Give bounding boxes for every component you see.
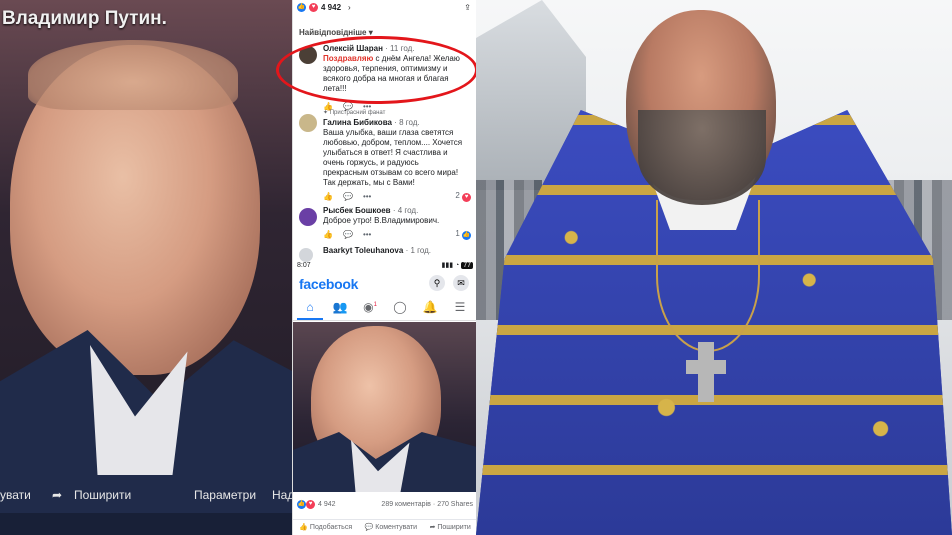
like-icon[interactable]: 👍 <box>323 230 333 240</box>
battery-level: 77 <box>461 262 473 269</box>
more-icon[interactable]: ••• <box>363 192 371 202</box>
facebook-header: facebook ⚲ ✉ <box>293 272 477 294</box>
share-icon[interactable]: ⇪ <box>464 3 471 12</box>
comments-count[interactable]: 289 коментарів <box>381 501 430 508</box>
priest-beard <box>638 110 766 205</box>
profile-icon[interactable]: ◯ <box>391 300 409 314</box>
avatar[interactable] <box>299 114 317 132</box>
reaction-count: 1 👍 <box>455 229 471 240</box>
comment-author[interactable]: Baarkyt Toleuhanova <box>323 246 403 255</box>
comment-time: · 8 год. <box>394 118 420 127</box>
params-action[interactable]: Параметри <box>194 488 256 502</box>
like-reaction-icon: 👍 <box>462 231 471 240</box>
love-reaction-icon: ♥ <box>309 2 318 12</box>
status-icons: ▮▮▮ ◔ 77 <box>441 262 473 269</box>
comment-icon[interactable]: 💬 <box>343 230 353 240</box>
share-button[interactable]: ➦ Поширити <box>430 523 471 531</box>
love-reaction-icon: ♥ <box>462 193 471 202</box>
comment-action[interactable]: увати <box>0 488 31 502</box>
home-icon[interactable]: ⌂ <box>301 300 319 314</box>
clock: 8:07 <box>297 261 311 269</box>
photo-caption: Владимир Путин. <box>2 8 167 29</box>
comment-author[interactable]: Галина Бибикова <box>323 118 392 127</box>
post-actions: 👍 Подобається 💬 Коментувати ➦ Поширити <box>293 519 477 534</box>
comment-author[interactable]: Рысбек Бошкоев <box>323 206 391 215</box>
love-reaction-icon: ♥ <box>306 499 315 509</box>
fan-badge: ✦ Пристрасний фанат <box>323 110 386 116</box>
like-icon[interactable]: 👍 <box>323 192 333 202</box>
left-photo-panel: Владимир Путин. увати ➦ Поширити Парамет… <box>0 0 292 535</box>
like-reaction-icon: 👍 <box>297 499 306 509</box>
portrait-hair <box>28 40 238 110</box>
active-tab-indicator <box>297 318 323 320</box>
share-action[interactable]: Поширити <box>74 488 131 502</box>
comment-item: Baarkyt Toleuhanova · 1 год. <box>299 246 471 262</box>
shares-count[interactable]: 270 Shares <box>437 501 473 508</box>
comment-text: Ваша улыбка, ваши глаза светятся любовью… <box>323 128 463 187</box>
next-action[interactable]: Над <box>272 488 292 502</box>
reactions-summary: 👍 ♥ 4 942 › ⇪ <box>293 0 477 14</box>
more-icon[interactable]: ••• <box>363 230 371 240</box>
bell-icon[interactable]: 🔔 <box>421 300 439 314</box>
notification-badge: 1 <box>373 302 377 308</box>
comment-time: · 4 год. <box>392 206 419 215</box>
comment-item: Рысбек Бошкоев · 4 год. Доброе утро! В.В… <box>299 206 471 240</box>
comment-text: Доброе утро! В.Владимирович. <box>323 216 440 225</box>
post-photo[interactable] <box>293 322 477 492</box>
search-icon[interactable]: ⚲ <box>429 275 445 291</box>
share-icon[interactable]: ➦ <box>52 488 62 502</box>
cross-chain <box>656 200 760 352</box>
friends-icon[interactable]: 👥 <box>331 300 349 314</box>
comment-time: · 1 год. <box>405 246 432 255</box>
facebook-logo[interactable]: facebook <box>299 276 358 292</box>
post-reaction-count[interactable]: 4 942 <box>318 501 336 508</box>
reaction-count: 2 ♥ <box>455 191 471 202</box>
pectoral-cross-bar <box>686 360 726 374</box>
photo-actions-bar: увати ➦ Поширити Параметри Над <box>0 482 292 510</box>
post-stats: 👍 ♥ 4 942 289 коментарів · 270 Shares <box>297 499 473 509</box>
comment-icon[interactable]: 💬 <box>343 192 353 202</box>
chevron-right-icon[interactable]: › <box>348 3 351 12</box>
comment-button[interactable]: 💬 Коментувати <box>365 523 418 531</box>
facebook-nav: ⌂ 👥 ◉1 ◯ 🔔 ☰ <box>293 296 477 321</box>
like-reaction-icon: 👍 <box>297 2 306 12</box>
menu-icon[interactable]: ☰ <box>451 300 469 314</box>
avatar[interactable] <box>299 208 317 226</box>
reaction-count: 4 942 <box>321 2 342 12</box>
comment-item: ✦ Пристрасний фанат Галина Бибикова · 8 … <box>299 108 471 202</box>
groups-icon[interactable]: ◉1 <box>361 300 379 314</box>
phone-status-bar: 8:07 ▮▮▮ ◔ 77 <box>293 259 477 271</box>
right-photo-panel <box>476 0 952 535</box>
like-button[interactable]: 👍 Подобається <box>299 523 352 531</box>
photo-footer-strip <box>0 513 292 535</box>
highlight-oval <box>276 36 478 104</box>
messenger-icon[interactable]: ✉ <box>453 275 469 291</box>
